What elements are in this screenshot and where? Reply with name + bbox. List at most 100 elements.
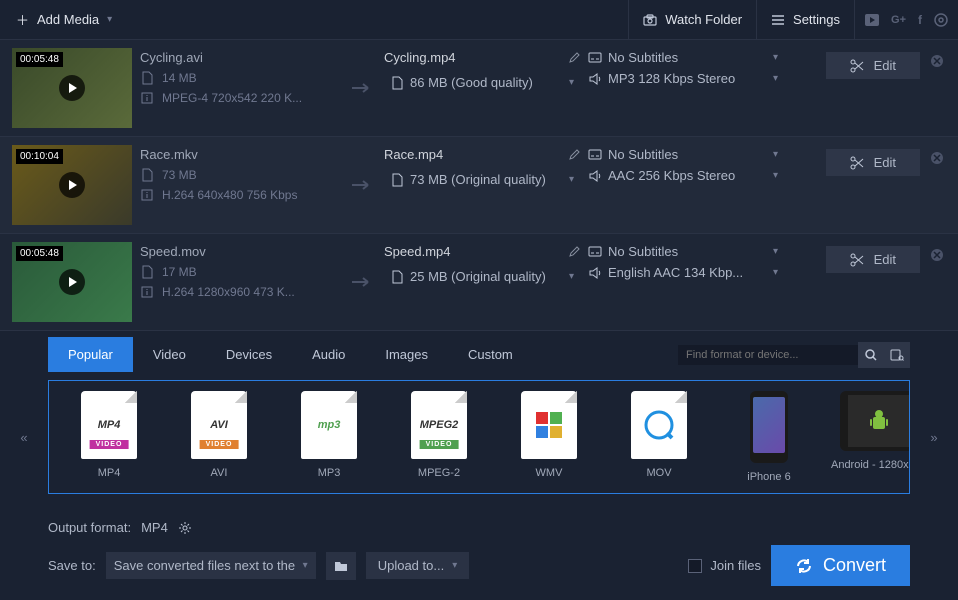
- format-avi[interactable]: AVIVIDEO AVI: [169, 391, 269, 483]
- save-to-dropdown[interactable]: Save converted files next to the o ▾: [106, 552, 316, 579]
- source-codec: MPEG-4 720x542 220 K...: [140, 91, 340, 105]
- carousel-prev[interactable]: «: [0, 387, 48, 487]
- edit-button[interactable]: Edit: [826, 52, 920, 79]
- tab-video[interactable]: Video: [133, 337, 206, 372]
- carousel-next[interactable]: »: [910, 387, 958, 487]
- save-row: Save to: Save converted files next to th…: [48, 545, 910, 586]
- source-filename: Speed.mov: [140, 244, 340, 259]
- edit-button[interactable]: Edit: [826, 246, 920, 273]
- output-quality-dropdown[interactable]: 25 MB (Original quality) ▾: [384, 265, 580, 288]
- format-mp3[interactable]: mp3 MP3: [279, 391, 379, 483]
- search-input[interactable]: [686, 349, 850, 361]
- file-row: 00:05:48 Speed.mov 17 MB H.264 1280x960 …: [0, 234, 958, 331]
- tab-popular[interactable]: Popular: [48, 337, 133, 372]
- chevron-down-icon: ▾: [773, 73, 778, 84]
- facebook-icon[interactable]: f: [918, 13, 922, 27]
- rename-icon[interactable]: [568, 246, 580, 258]
- source-codec: H.264 1280x960 473 K...: [140, 285, 340, 299]
- add-media-button[interactable]: ＋ Add Media ▾: [0, 0, 128, 39]
- rename-icon[interactable]: [568, 52, 580, 64]
- output-filename: Race.mp4: [384, 147, 562, 162]
- plus-icon: ＋: [16, 10, 29, 29]
- tab-custom[interactable]: Custom: [448, 337, 533, 372]
- social-icons: G+ f: [854, 0, 958, 39]
- output-filename: Cycling.mp4: [384, 50, 562, 65]
- tab-audio[interactable]: Audio: [292, 337, 365, 372]
- arrow-icon: [348, 242, 376, 322]
- bottom-bar: Output format: MP4 Save to: Save convert…: [0, 510, 958, 600]
- topbar: ＋ Add Media ▾ Watch Folder Settings G+ f: [0, 0, 958, 40]
- youtube-icon[interactable]: [865, 14, 879, 26]
- checkbox-icon: [688, 559, 702, 573]
- arrow-icon: [348, 48, 376, 128]
- windows-icon: [521, 391, 577, 459]
- output-filename: Speed.mp4: [384, 244, 562, 259]
- subtitles-dropdown[interactable]: No Subtitles ▾: [588, 147, 778, 162]
- browse-folder-button[interactable]: [326, 552, 356, 580]
- chevron-down-icon: ▾: [773, 149, 778, 160]
- audio-dropdown[interactable]: AAC 256 Kbps Stereo ▾: [588, 168, 778, 183]
- chevron-down-icon: ▾: [452, 560, 457, 571]
- output-quality-dropdown[interactable]: 86 MB (Good quality) ▾: [384, 71, 580, 94]
- output-quality-dropdown[interactable]: 73 MB (Original quality) ▾: [384, 168, 580, 191]
- remove-button[interactable]: [928, 52, 946, 70]
- duration-badge: 00:10:04: [16, 149, 63, 164]
- play-icon[interactable]: [59, 172, 85, 198]
- tab-devices[interactable]: Devices: [206, 337, 292, 372]
- gear-icon[interactable]: [178, 521, 192, 535]
- chevron-down-icon: ▾: [569, 271, 574, 282]
- subtitles-icon: [588, 148, 602, 162]
- file-icon: [390, 270, 404, 284]
- thumbnail[interactable]: 00:10:04: [12, 145, 132, 225]
- edit-button[interactable]: Edit: [826, 149, 920, 176]
- file-icon: [390, 76, 404, 90]
- info-icon: [140, 285, 154, 299]
- remove-button[interactable]: [928, 246, 946, 264]
- play-icon[interactable]: [59, 269, 85, 295]
- format-mov[interactable]: MOV: [609, 391, 709, 483]
- googleplus-icon[interactable]: G+: [891, 14, 906, 26]
- thumbnail[interactable]: 00:05:48: [12, 48, 132, 128]
- tab-images[interactable]: Images: [365, 337, 448, 372]
- search-button[interactable]: [858, 342, 884, 368]
- duration-badge: 00:05:48: [16, 52, 63, 67]
- subtitles-dropdown[interactable]: No Subtitles ▾: [588, 50, 778, 65]
- detect-device-button[interactable]: [884, 342, 910, 368]
- format-iphone6[interactable]: iPhone 6: [719, 391, 819, 483]
- upload-to-dropdown[interactable]: Upload to... ▾: [366, 552, 470, 579]
- scissors-icon: [850, 253, 864, 267]
- format-wmv[interactable]: WMV: [499, 391, 599, 483]
- settings-button[interactable]: Settings: [756, 0, 854, 39]
- format-mpeg2[interactable]: MPEG2VIDEO MPEG-2: [389, 391, 489, 483]
- chevron-down-icon: ▾: [107, 14, 112, 25]
- remove-button[interactable]: [928, 149, 946, 167]
- format-tabs: Popular Video Devices Audio Images Custo…: [0, 337, 958, 372]
- chevron-down-icon: ▾: [773, 246, 778, 257]
- format-search[interactable]: [678, 345, 858, 365]
- format-android[interactable]: Android - 1280x720: [829, 391, 910, 483]
- file-list: 00:05:48 Cycling.avi 14 MB MPEG-4 720x54…: [0, 40, 958, 331]
- convert-button[interactable]: Convert: [771, 545, 910, 586]
- play-icon[interactable]: [59, 75, 85, 101]
- formats-panel: Popular Video Devices Audio Images Custo…: [0, 331, 958, 502]
- audio-dropdown[interactable]: English AAC 134 Kbp... ▾: [588, 265, 778, 280]
- source-codec: H.264 640x480 756 Kbps: [140, 188, 340, 202]
- output-format-value: MP4: [141, 520, 168, 535]
- format-mp4[interactable]: MP4VIDEO MP4: [59, 391, 159, 483]
- speaker-icon: [588, 266, 602, 280]
- thumbnail[interactable]: 00:05:48: [12, 242, 132, 322]
- add-media-label: Add Media: [37, 12, 99, 27]
- convert-icon: [795, 557, 813, 575]
- support-icon[interactable]: [934, 13, 948, 27]
- subtitles-dropdown[interactable]: No Subtitles ▾: [588, 244, 778, 259]
- camera-icon: [643, 14, 657, 26]
- speaker-icon: [588, 169, 602, 183]
- file-icon: [140, 168, 154, 182]
- chevron-down-icon: ▾: [569, 174, 574, 185]
- watch-folder-button[interactable]: Watch Folder: [628, 0, 756, 39]
- audio-dropdown[interactable]: MP3 128 Kbps Stereo ▾: [588, 71, 778, 86]
- chevron-down-icon: ▾: [773, 52, 778, 63]
- rename-icon[interactable]: [568, 149, 580, 161]
- join-files-checkbox[interactable]: Join files: [688, 558, 761, 573]
- chevron-down-icon: ▾: [773, 267, 778, 278]
